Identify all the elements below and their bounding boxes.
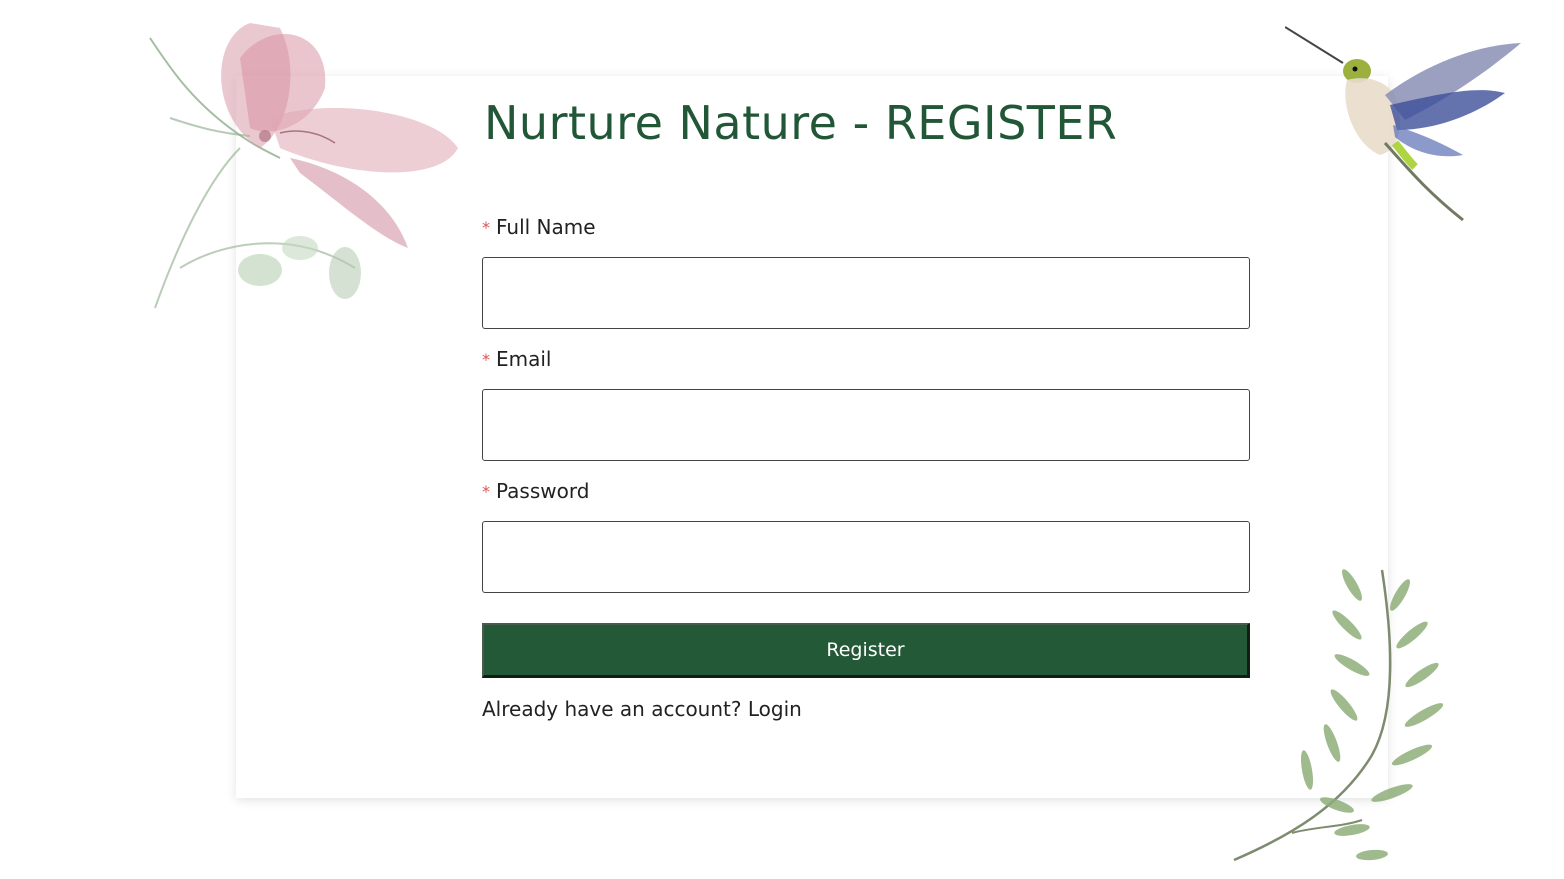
register-page: Nurture Nature - REGISTER * Full Name * Em… [0, 0, 1564, 879]
required-mark: * [482, 350, 490, 369]
leaf-branch-icon [1233, 569, 1444, 862]
login-link[interactable]: Login [748, 697, 802, 721]
hummingbird-icon [1285, 26, 1521, 222]
full-name-label: * Full Name [482, 215, 596, 239]
password-label-text: Password [496, 479, 590, 503]
required-mark: * [482, 218, 490, 237]
password-input[interactable] [482, 521, 1250, 593]
email-input[interactable] [482, 389, 1250, 461]
page-title: Nurture Nature - REGISTER [484, 96, 1118, 150]
email-label-text: Email [496, 347, 552, 371]
watercolor-flower-icon [149, 23, 458, 309]
required-mark: * [482, 482, 490, 501]
full-name-input[interactable] [482, 257, 1250, 329]
login-prompt: Already have an account? Login [482, 697, 802, 721]
email-label: * Email [482, 347, 552, 371]
full-name-label-text: Full Name [496, 215, 596, 239]
login-prompt-text: Already have an account? [482, 697, 742, 721]
register-button[interactable]: Register [482, 623, 1250, 678]
password-label: * Password [482, 479, 589, 503]
